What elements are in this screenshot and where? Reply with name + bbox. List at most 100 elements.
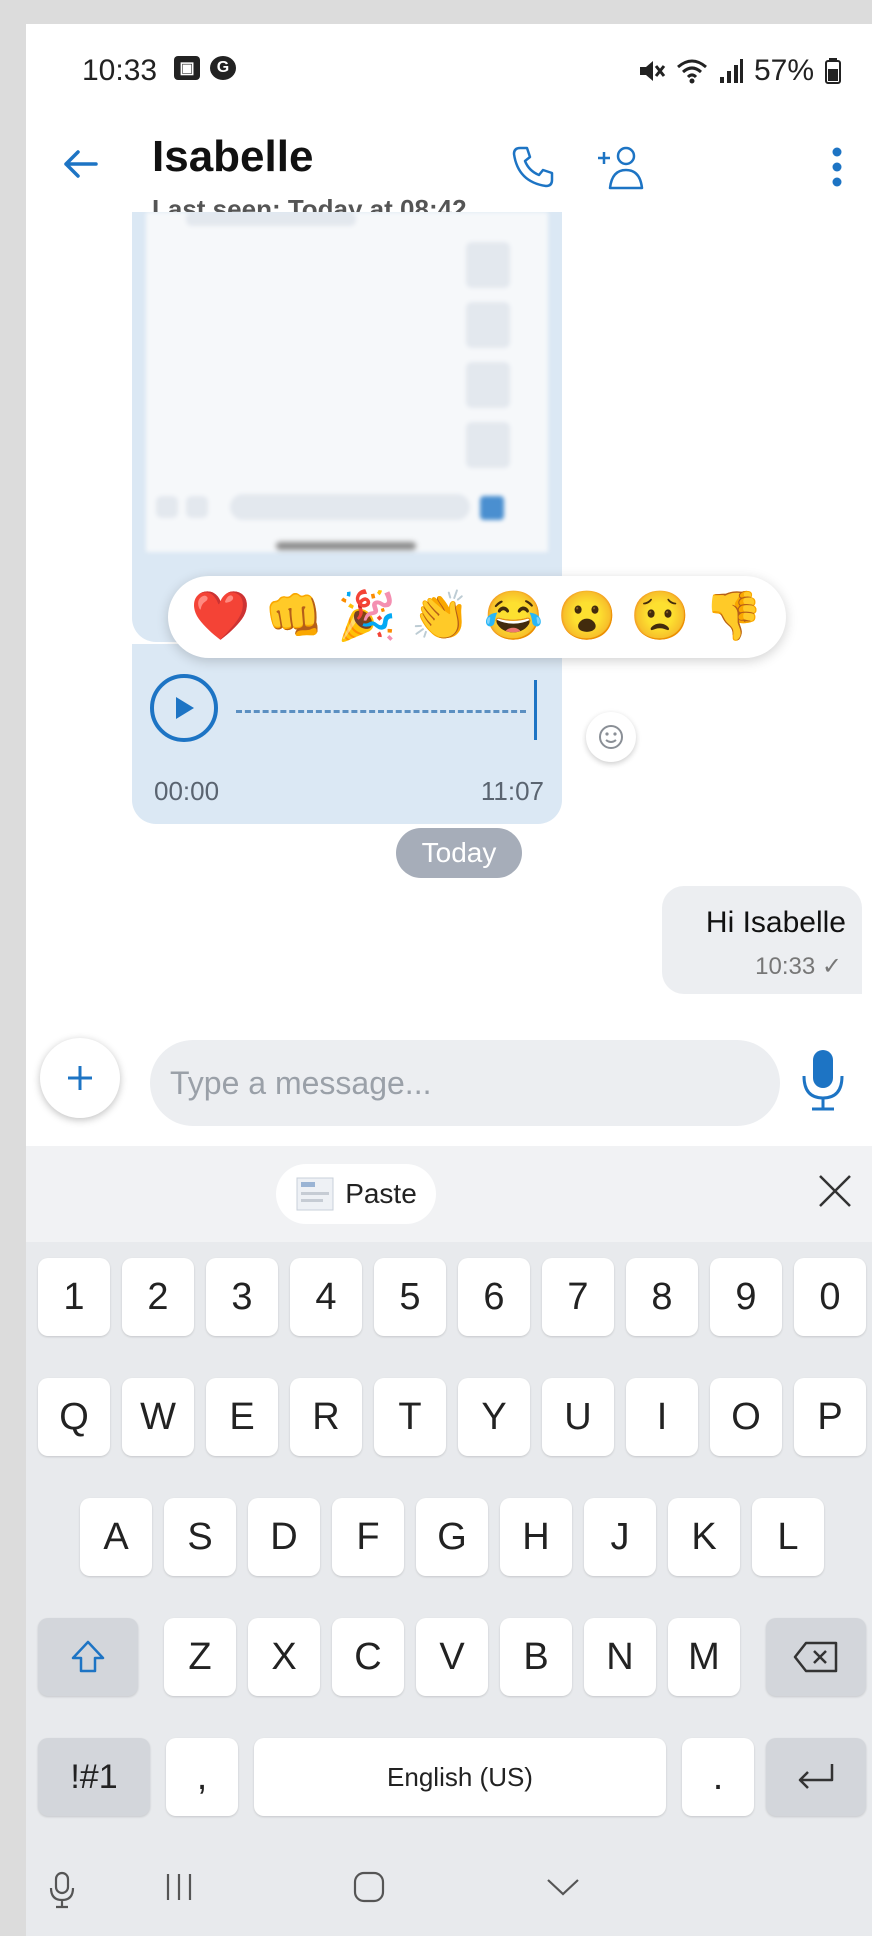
key-2[interactable]: 2	[122, 1258, 194, 1336]
clipboard-preview-icon	[296, 1177, 334, 1211]
key-z[interactable]: Z	[164, 1618, 236, 1696]
key-u[interactable]: U	[542, 1378, 614, 1456]
key-0[interactable]: 0	[794, 1258, 866, 1336]
key-s[interactable]: S	[164, 1498, 236, 1576]
reaction-heart[interactable]: ❤️	[191, 593, 251, 641]
key-v[interactable]: V	[416, 1618, 488, 1696]
backspace-icon	[793, 1641, 838, 1673]
backspace-key[interactable]	[766, 1618, 866, 1696]
outgoing-message-bubble[interactable]: Hi Isabelle 10:33 ✓	[662, 886, 862, 994]
recent-apps-icon[interactable]	[162, 1870, 196, 1904]
sent-check-icon: ✓	[821, 953, 842, 980]
add-reaction-button[interactable]	[586, 712, 636, 762]
day-separator: Today	[396, 828, 522, 878]
attach-button[interactable]	[40, 1038, 120, 1118]
plus-icon	[68, 1066, 92, 1090]
key-t[interactable]: T	[374, 1378, 446, 1456]
contact-name[interactable]: Isabelle	[152, 132, 313, 182]
key-q[interactable]: Q	[38, 1378, 110, 1456]
key-x[interactable]: X	[248, 1618, 320, 1696]
paste-label: Paste	[345, 1178, 417, 1209]
play-icon	[176, 697, 194, 719]
key-g[interactable]: G	[416, 1498, 488, 1576]
home-icon[interactable]	[352, 1870, 386, 1904]
key-7[interactable]: 7	[542, 1258, 614, 1336]
playback-cursor	[534, 680, 537, 740]
more-options-icon[interactable]	[830, 144, 844, 190]
keyboard-mic-icon[interactable]	[48, 1870, 76, 1910]
status-right: 57%	[636, 54, 842, 88]
shift-key[interactable]	[38, 1618, 138, 1696]
add-participant-icon[interactable]	[594, 144, 646, 192]
key-5[interactable]: 5	[374, 1258, 446, 1336]
key-9[interactable]: 9	[710, 1258, 782, 1336]
enter-key[interactable]	[766, 1738, 866, 1816]
key-l[interactable]: L	[752, 1498, 824, 1576]
close-icon[interactable]	[816, 1172, 854, 1210]
key-a[interactable]: A	[80, 1498, 152, 1576]
message-input[interactable]: Type a message...	[150, 1040, 780, 1126]
key-r[interactable]: R	[290, 1378, 362, 1456]
reaction-worried[interactable]: 😟	[630, 593, 690, 641]
enter-icon	[798, 1764, 834, 1789]
key-h[interactable]: H	[500, 1498, 572, 1576]
voice-message-time: 11:07	[480, 776, 544, 806]
voice-elapsed-time: 00:00	[154, 776, 220, 806]
key-j[interactable]: J	[584, 1498, 656, 1576]
status-time: 10:33	[82, 54, 158, 87]
paste-button[interactable]: Paste	[276, 1164, 436, 1224]
battery-icon	[825, 58, 841, 84]
wifi-icon	[676, 59, 707, 84]
status-bar: 10:33 ▣ G 57%	[26, 24, 872, 104]
reaction-laugh[interactable]: 😂	[484, 593, 544, 641]
key-c[interactable]: C	[332, 1618, 404, 1696]
key-e[interactable]: E	[206, 1378, 278, 1456]
comma-key[interactable]: ,	[166, 1738, 238, 1816]
message-time: 10:33	[755, 953, 816, 980]
key-k[interactable]: K	[668, 1498, 740, 1576]
key-1[interactable]: 1	[38, 1258, 110, 1336]
reaction-thumbs-down[interactable]: 👎	[703, 593, 763, 641]
key-6[interactable]: 6	[458, 1258, 530, 1336]
back-arrow-icon[interactable]	[60, 144, 100, 184]
reaction-picker: ❤️ 👊 🎉 👏 😂 😮 😟 👎	[168, 576, 786, 658]
phone-call-icon[interactable]	[510, 144, 556, 190]
key-d[interactable]: D	[248, 1498, 320, 1576]
hide-keyboard-icon[interactable]	[544, 1870, 582, 1904]
symbols-key[interactable]: !#1	[38, 1738, 150, 1816]
key-4[interactable]: 4	[290, 1258, 362, 1336]
key-w[interactable]: W	[122, 1378, 194, 1456]
signal-icon	[719, 59, 743, 83]
reaction-fist[interactable]: 👊	[264, 593, 324, 641]
keyboard: Paste 1 2 3 4 5 6 7 8 9 0 Q W E R T Y U	[26, 1146, 872, 1936]
chat-header: Isabelle Last seen: Today at 08:42	[26, 104, 872, 224]
key-y[interactable]: Y	[458, 1378, 530, 1456]
keyboard-keys: 1 2 3 4 5 6 7 8 9 0 Q W E R T Y U I O P …	[26, 1242, 872, 1842]
message-timestamp: 10:33 ✓	[755, 952, 842, 981]
space-key[interactable]: English (US)	[254, 1738, 666, 1816]
image-icon: ▣	[174, 56, 200, 80]
phone-screen: 10:33 ▣ G 57% Isabelle Last seen: Today …	[26, 24, 872, 1936]
battery-percent: 57%	[753, 54, 814, 87]
blurred-screenshot	[146, 212, 548, 552]
reaction-party[interactable]: 🎉	[337, 593, 397, 641]
key-b[interactable]: B	[500, 1618, 572, 1696]
key-n[interactable]: N	[584, 1618, 656, 1696]
key-8[interactable]: 8	[626, 1258, 698, 1336]
microphone-icon[interactable]	[798, 1046, 848, 1114]
play-button[interactable]	[150, 674, 218, 742]
key-m[interactable]: M	[668, 1618, 740, 1696]
key-p[interactable]: P	[794, 1378, 866, 1456]
period-key[interactable]: .	[682, 1738, 754, 1816]
message-text: Hi Isabelle	[705, 906, 846, 939]
reaction-clap[interactable]: 👏	[410, 593, 470, 641]
voice-waveform[interactable]	[236, 710, 526, 713]
key-f[interactable]: F	[332, 1498, 404, 1576]
key-3[interactable]: 3	[206, 1258, 278, 1336]
voice-message-bubble: 00:00 11:07	[132, 644, 562, 824]
key-i[interactable]: I	[626, 1378, 698, 1456]
notification-icons: ▣ G	[174, 56, 236, 80]
reaction-surprised[interactable]: 😮	[557, 593, 617, 641]
shift-icon	[71, 1640, 105, 1673]
key-o[interactable]: O	[710, 1378, 782, 1456]
